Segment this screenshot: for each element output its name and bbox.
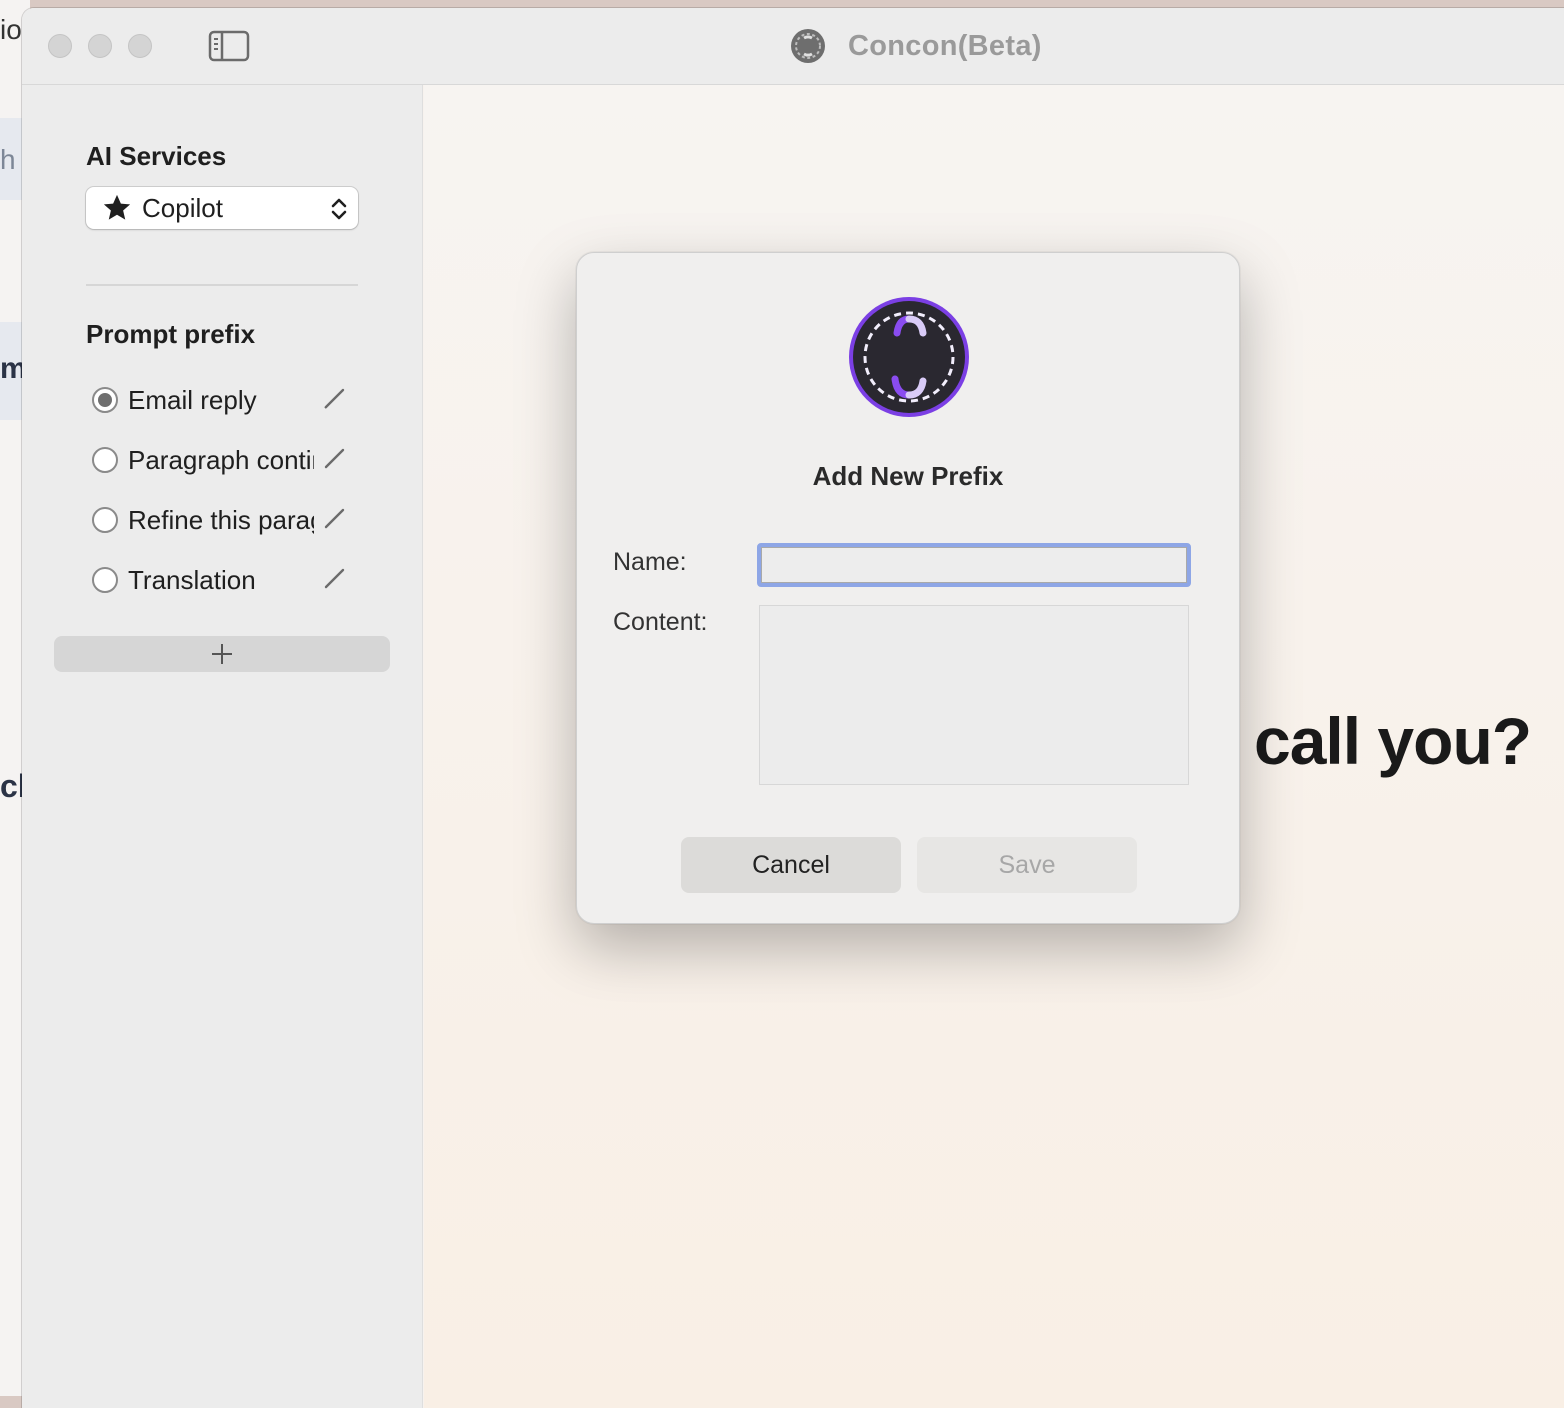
sidebar-toggle-icon[interactable] xyxy=(208,30,250,62)
app-logo-icon xyxy=(791,29,825,63)
title-bar: Concon(Beta) xyxy=(22,8,1564,85)
prefix-label: Translation xyxy=(128,565,256,595)
selected-service-label: Copilot xyxy=(142,192,223,223)
cancel-button[interactable]: Cancel xyxy=(681,837,901,893)
pencil-icon[interactable] xyxy=(322,445,348,471)
prompt-prefix-heading: Prompt prefix xyxy=(86,319,256,349)
prefix-item-refine-paragraph[interactable]: Refine this paragraph xyxy=(92,499,372,559)
minimize-window-button[interactable] xyxy=(88,34,112,58)
plus-icon xyxy=(212,644,232,664)
prefix-label: Email reply xyxy=(128,385,257,415)
prefix-item-email-reply[interactable]: Email reply xyxy=(92,379,372,439)
dialog-title: Add New Prefix xyxy=(812,461,1004,491)
star-icon xyxy=(103,194,131,220)
name-label: Name: xyxy=(613,548,687,576)
prefix-list: Email reply Paragraph continuation Refin… xyxy=(92,379,372,619)
background-item: h xyxy=(0,118,22,200)
sidebar-divider xyxy=(86,284,358,286)
window-title-group: Concon(Beta) xyxy=(790,27,1042,65)
prefix-item-translation[interactable]: Translation xyxy=(92,559,372,619)
zoom-window-button[interactable] xyxy=(128,34,152,58)
add-prefix-dialog: Add New Prefix Name: Content: Cancel Sav… xyxy=(576,252,1240,924)
pencil-icon[interactable] xyxy=(322,385,348,411)
prefix-label: Refine this paragraph xyxy=(128,505,314,535)
background-text-fragment: h xyxy=(0,144,16,175)
app-logo-icon xyxy=(849,297,969,417)
pencil-icon[interactable] xyxy=(322,565,348,591)
ai-services-heading: AI Services xyxy=(86,141,227,171)
prefix-radio[interactable] xyxy=(92,567,118,593)
prefix-radio[interactable] xyxy=(92,507,118,533)
prefix-label: Paragraph continuation xyxy=(128,445,314,475)
sidebar: AI Services Copilot Prompt prefix Email … xyxy=(22,85,423,1408)
prefix-radio[interactable] xyxy=(92,387,118,413)
close-window-button[interactable] xyxy=(48,34,72,58)
save-button[interactable]: Save xyxy=(917,837,1137,893)
background-text-fragment: io xyxy=(0,14,22,45)
name-field[interactable] xyxy=(757,543,1191,587)
chevron-up-down-icon xyxy=(331,198,347,220)
window-title: Concon(Beta) xyxy=(848,29,1042,62)
prefix-radio[interactable] xyxy=(92,447,118,473)
ai-service-select[interactable]: Copilot xyxy=(86,187,358,229)
prefix-item-paragraph-continuation[interactable]: Paragraph continuation xyxy=(92,439,372,499)
add-prefix-button[interactable] xyxy=(54,636,390,672)
greeting-heading: call you? xyxy=(1254,704,1532,778)
background-item: m xyxy=(0,322,27,420)
pencil-icon[interactable] xyxy=(322,505,348,531)
content-label: Content: xyxy=(613,608,708,636)
content-field[interactable] xyxy=(759,605,1189,785)
